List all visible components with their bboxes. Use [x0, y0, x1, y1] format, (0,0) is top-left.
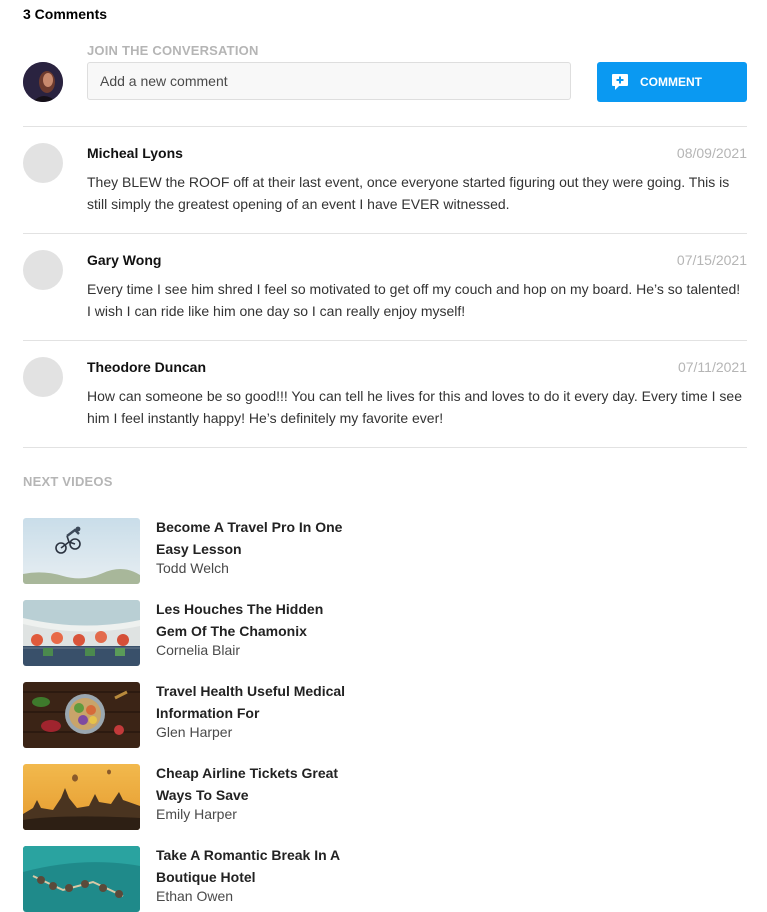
- next-video-item[interactable]: Travel Health Useful Medical Information…: [23, 680, 346, 748]
- video-author: Ethan Owen: [156, 888, 234, 904]
- video-title[interactable]: Cheap Airline Tickets Great Ways To Save: [156, 762, 346, 806]
- comment-text: They BLEW the ROOF off at their last eve…: [87, 174, 730, 212]
- video-author: Emily Harper: [156, 806, 237, 822]
- video-title[interactable]: Les Houches The Hidden Gem Of The Chamon…: [156, 598, 346, 642]
- video-thumbnail-bmx[interactable]: [23, 518, 140, 584]
- video-author: Todd Welch: [156, 560, 229, 576]
- comment-author: Micheal Lyons: [87, 145, 183, 161]
- next-video-item[interactable]: Become A Travel Pro In One Easy Lesson T…: [23, 518, 343, 584]
- video-thumbnail-terrace[interactable]: [23, 600, 140, 666]
- join-label: JOIN THE CONVERSATION: [87, 43, 259, 58]
- video-title[interactable]: Take A Romantic Break In A Boutique Hote…: [156, 844, 346, 888]
- commenter-avatar: [23, 357, 63, 397]
- current-user-avatar: [23, 62, 63, 102]
- next-video-item[interactable]: Take A Romantic Break In A Boutique Hote…: [23, 846, 343, 912]
- comment-date: 08/09/2021: [676, 145, 747, 161]
- divider: [23, 126, 747, 127]
- comment-date: 07/11/2021: [677, 359, 747, 375]
- comment-date: 07/15/2021: [676, 252, 747, 268]
- comment-button[interactable]: COMMENT: [597, 62, 747, 102]
- comment-text: How can someone be so good!!! You can te…: [87, 388, 742, 426]
- comment-author: Theodore Duncan: [87, 359, 207, 375]
- video-title[interactable]: Travel Health Useful Medical Information…: [156, 680, 346, 724]
- commenter-avatar: [23, 250, 63, 290]
- divider: [23, 233, 747, 234]
- video-thumbnail-food[interactable]: [23, 682, 140, 748]
- comment-author: Gary Wong: [87, 252, 162, 268]
- comments-count: 3 Comments: [23, 6, 108, 22]
- comment-button-label: COMMENT: [640, 75, 702, 89]
- video-title[interactable]: Become A Travel Pro In One Easy Lesson: [156, 516, 346, 560]
- comment-plus-icon: [611, 73, 629, 91]
- video-thumbnail-temples[interactable]: [23, 764, 140, 830]
- comment-text: Every time I see him shred I feel so mot…: [87, 281, 741, 319]
- next-video-item[interactable]: Les Houches The Hidden Gem Of The Chamon…: [23, 600, 343, 666]
- next-videos-heading: NEXT VIDEOS: [23, 474, 113, 489]
- commenter-avatar: [23, 143, 63, 183]
- video-author: Glen Harper: [156, 724, 233, 740]
- video-author: Cornelia Blair: [156, 642, 241, 658]
- video-thumbnail-bungalows[interactable]: [23, 846, 140, 912]
- comment-input[interactable]: [87, 62, 571, 100]
- divider: [23, 447, 747, 448]
- next-video-item[interactable]: Cheap Airline Tickets Great Ways To Save…: [23, 764, 343, 830]
- divider: [23, 340, 747, 341]
